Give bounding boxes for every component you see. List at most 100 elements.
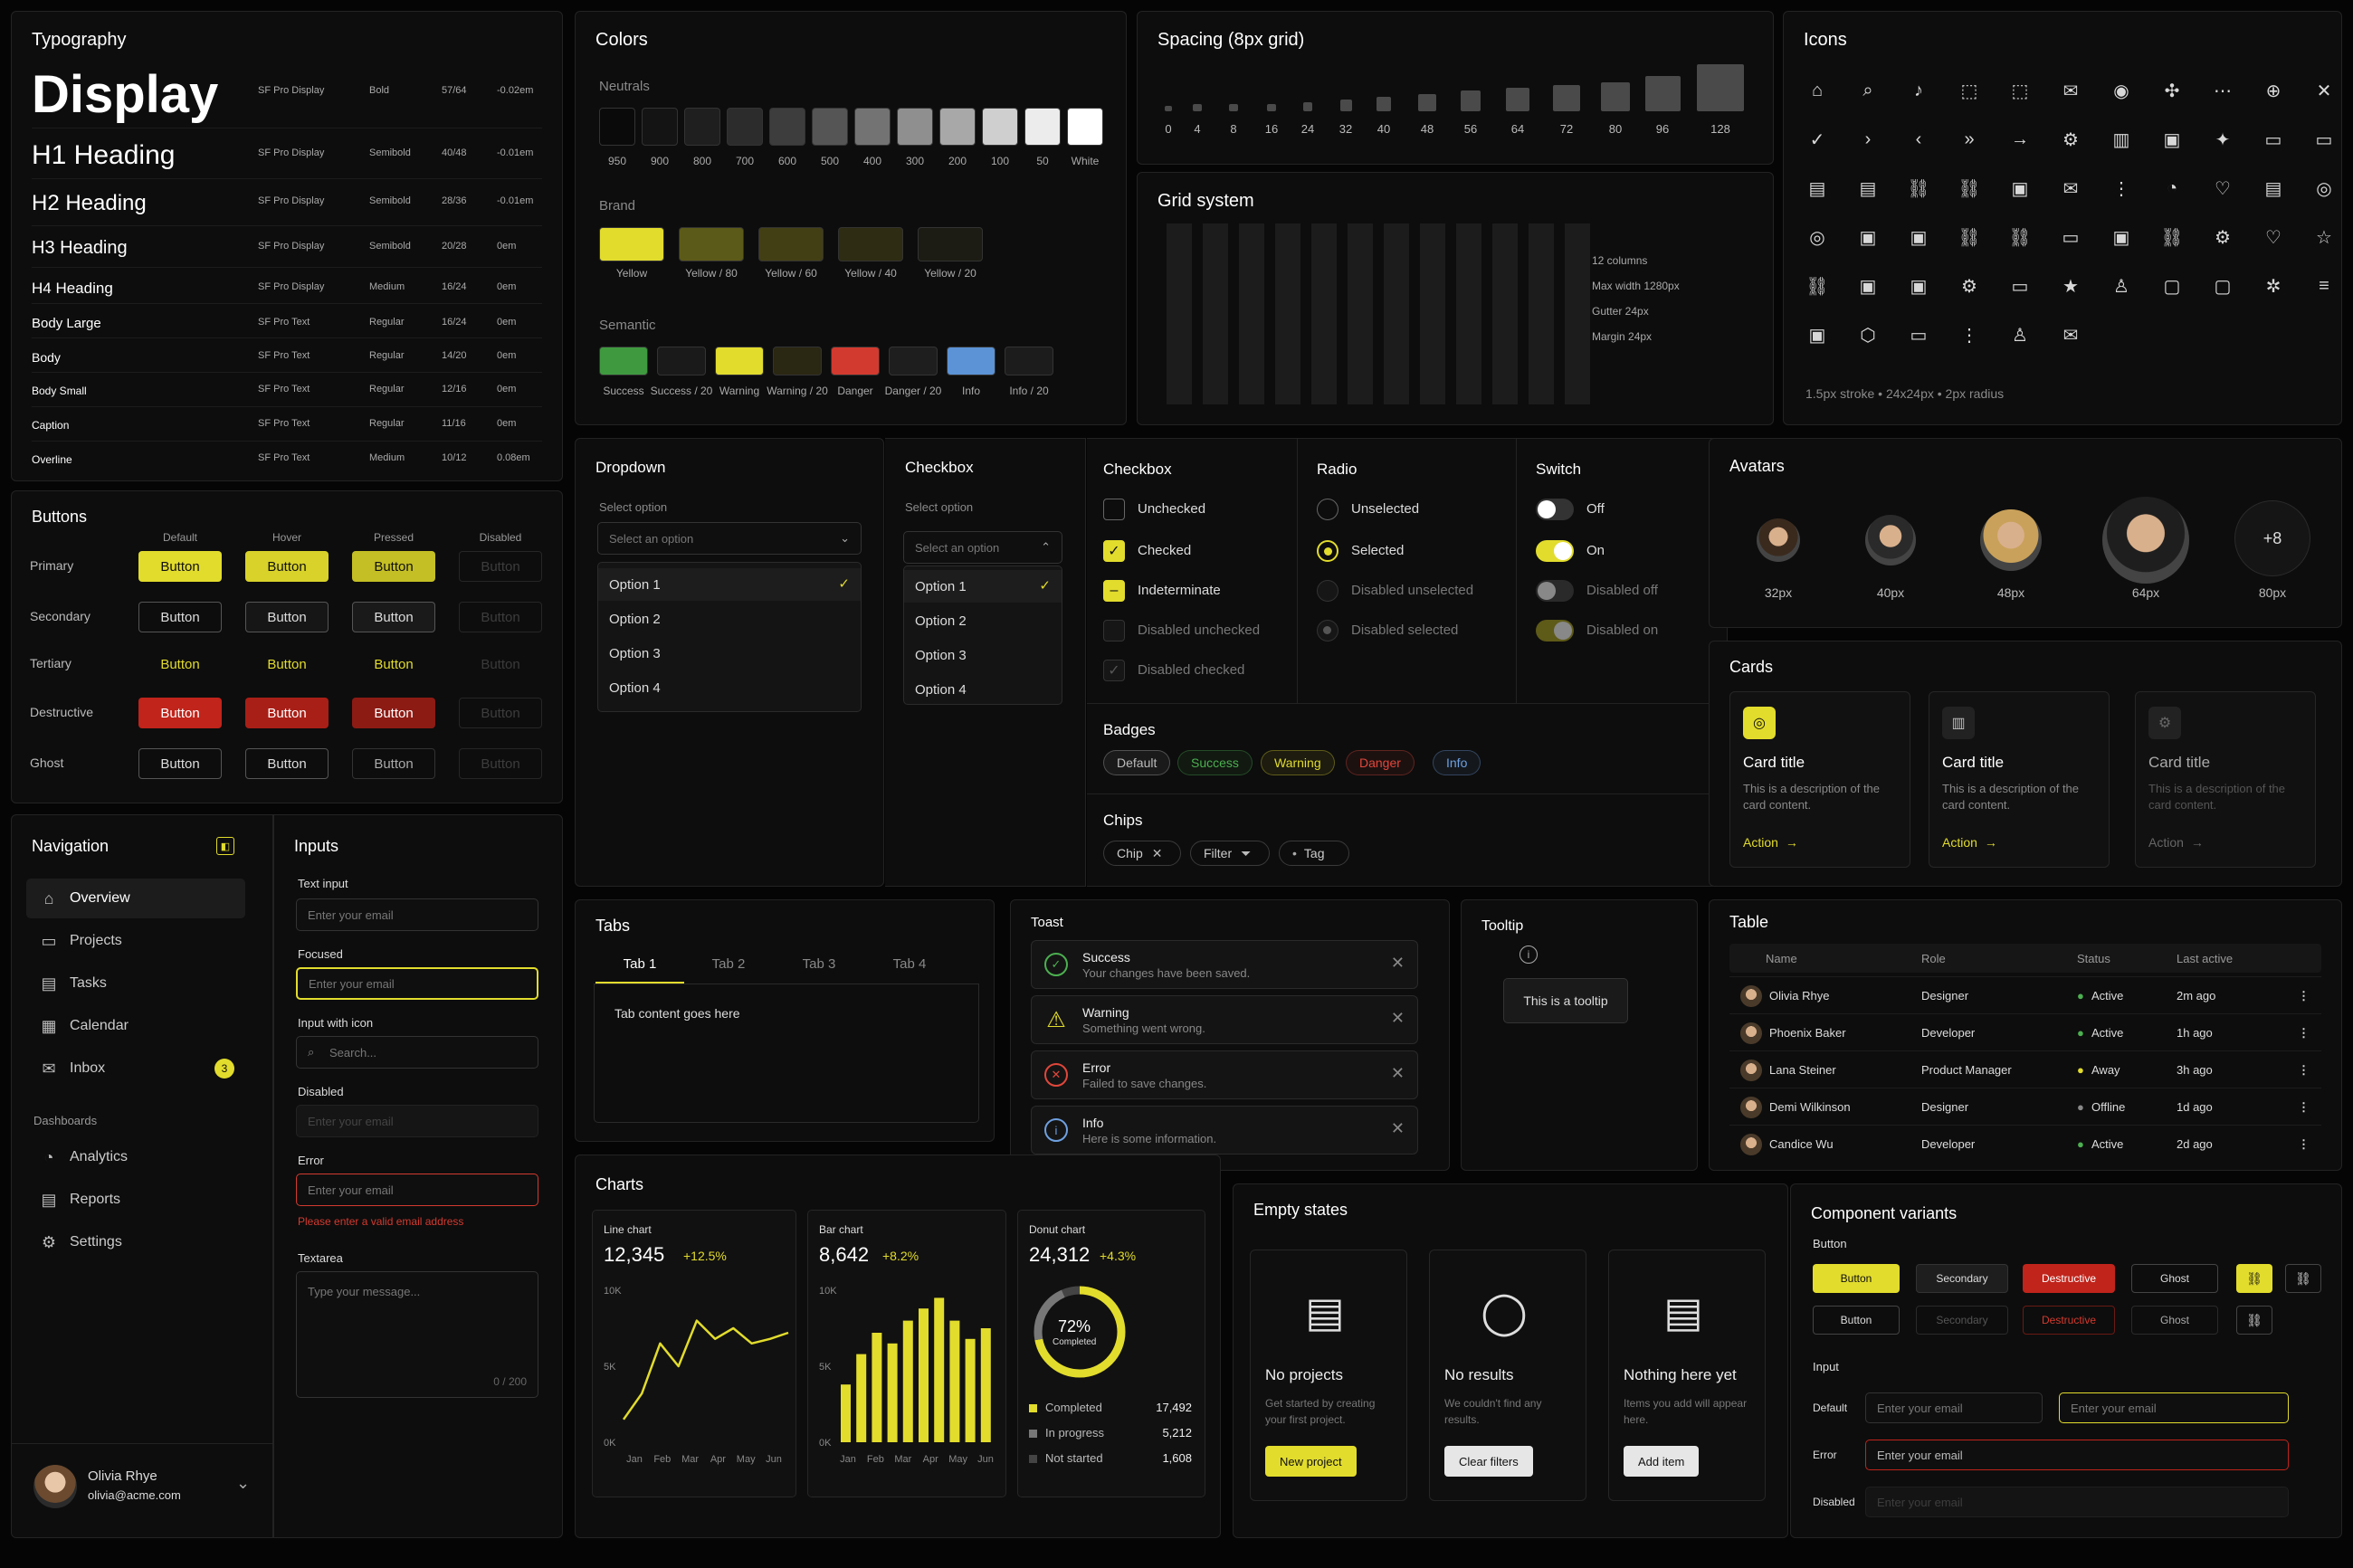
nav-item-projects[interactable]: ▭ Projects	[26, 921, 245, 961]
tab-1[interactable]: Tab 1	[595, 947, 684, 984]
radio-1[interactable]	[1317, 540, 1338, 562]
table-row[interactable]: Olivia Rhye Designer ● Active 2m ago ⋮	[1729, 976, 2321, 1013]
variant-button-button[interactable]: Button	[1813, 1264, 1900, 1293]
nav-item-settings[interactable]: ⚙ Settings	[26, 1222, 245, 1262]
card-action-link[interactable]: Action →	[2148, 835, 2204, 850]
checkbox-dropdown-option[interactable]: Option 1 ✓	[904, 570, 1062, 603]
button-tertiary-default[interactable]: Button	[138, 649, 222, 679]
variant-button-ghost-small[interactable]: Ghost	[2131, 1306, 2218, 1335]
button-destructive-hover[interactable]: Button	[245, 698, 329, 728]
table-row[interactable]: Lana Steiner Product Manager ● Away 3h ago ⋮	[1729, 1050, 2321, 1088]
nav-item-inbox[interactable]: ✉ Inbox 3	[26, 1049, 245, 1088]
tab-3[interactable]: Tab 3	[775, 947, 863, 984]
row-menu-icon[interactable]: ⋮	[2298, 1100, 2310, 1115]
variant-button-button-small[interactable]: Button	[1813, 1306, 1900, 1335]
nav-item-overview[interactable]: ⌂ Overview	[26, 879, 245, 918]
nav-item-tasks[interactable]: ▤ Tasks	[26, 964, 245, 1003]
close-icon[interactable]: ✕	[1391, 1119, 1405, 1138]
text-input[interactable]: Enter your email	[296, 898, 538, 931]
table-row[interactable]: Phoenix Baker Developer ● Active 1h ago ⋮	[1729, 1013, 2321, 1050]
button-secondary-pressed[interactable]: Button	[352, 602, 435, 632]
variant-button-secondary-small[interactable]: Secondary	[1916, 1306, 2008, 1335]
checkbox-0[interactable]	[1103, 499, 1125, 520]
card-action-link[interactable]: Action →	[1942, 835, 1997, 850]
checkbox-dropdown-option[interactable]: Option 3	[904, 639, 1062, 671]
close-icon[interactable]: ✕	[1391, 954, 1405, 973]
table-row[interactable]: Candice Wu Developer ● Active 2d ago ⋮	[1729, 1125, 2321, 1162]
card[interactable]: ⚙ Card title This is a description of the …	[2135, 691, 2316, 868]
checkbox-dropdown-option[interactable]: Option 2	[904, 604, 1062, 637]
nav-item-calendar[interactable]: ▦ Calendar	[26, 1006, 245, 1046]
textarea-label: Textarea	[298, 1251, 343, 1265]
avatar-overflow[interactable]: +8	[2234, 500, 2310, 576]
button-destructive-pressed[interactable]: Button	[352, 698, 435, 728]
button-tertiary-hover[interactable]: Button	[245, 649, 329, 679]
search-input[interactable]: ⌕ Search...	[296, 1036, 538, 1069]
chip-filter[interactable]: Filter ⏷	[1190, 841, 1270, 866]
tab-2[interactable]: Tab 2	[684, 947, 773, 984]
variant-default-input[interactable]: Enter your email	[1865, 1392, 2043, 1423]
card-action-link[interactable]: Action →	[1743, 835, 1798, 850]
table-row[interactable]: Demi Wilkinson Designer ● Offline 1d ago ⋮	[1729, 1088, 2321, 1125]
button-destructive-default[interactable]: Button	[138, 698, 222, 728]
card-title: Card title	[1743, 754, 1805, 771]
radio-0[interactable]	[1317, 499, 1338, 520]
dropdown-option[interactable]: Option 3	[598, 637, 861, 670]
close-icon[interactable]: ✕	[1391, 1064, 1405, 1083]
row-menu-icon[interactable]: ⋮	[2298, 1026, 2310, 1041]
checkbox-2[interactable]: –	[1103, 580, 1125, 602]
card[interactable]: ▥ Card title This is a description of the …	[1929, 691, 2110, 868]
button-primary-hover[interactable]: Button	[245, 551, 329, 582]
message-textarea[interactable]: Type your message... 0 / 200	[296, 1271, 538, 1398]
chip-chip[interactable]: Chip ✕	[1103, 841, 1181, 866]
dropdown-option[interactable]: Option 2	[598, 603, 861, 635]
nav-item-reports[interactable]: ▤ Reports	[26, 1180, 245, 1220]
chip-tag[interactable]: • Tag	[1279, 841, 1349, 866]
variant-error-input[interactable]: Enter your email	[1865, 1440, 2289, 1470]
switch-1[interactable]	[1536, 540, 1574, 562]
button-ghost-default[interactable]: Button	[138, 748, 222, 779]
button-tertiary-pressed[interactable]: Button	[352, 649, 435, 679]
info-icon[interactable]: i	[1519, 946, 1538, 964]
variant-button-ghost[interactable]: Ghost	[2131, 1264, 2218, 1293]
empty-state-button[interactable]: Clear filters	[1444, 1446, 1533, 1477]
button-primary-default[interactable]: Button	[138, 551, 222, 582]
row-menu-icon[interactable]: ⋮	[2298, 989, 2310, 1003]
close-icon[interactable]: ✕	[1391, 1009, 1405, 1028]
switch-0[interactable]	[1536, 499, 1574, 520]
checkbox-dropdown-select[interactable]: Select an option ⌃	[903, 531, 1062, 564]
button-primary-pressed[interactable]: Button	[352, 551, 435, 582]
row-menu-icon[interactable]: ⋮	[2298, 1137, 2310, 1152]
checkbox-dropdown-option[interactable]: Option 4	[904, 673, 1062, 706]
button-secondary-default[interactable]: Button	[138, 602, 222, 632]
link-icon[interactable]: ⛓	[2285, 1264, 2321, 1293]
tab-4[interactable]: Tab 4	[865, 947, 954, 984]
variant-focused-input[interactable]: Enter your email	[2059, 1392, 2289, 1423]
link-icon[interactable]: ⛓	[2236, 1306, 2272, 1335]
button-secondary-hover[interactable]: Button	[245, 602, 329, 632]
color-swatch	[727, 108, 763, 146]
checkbox-1[interactable]: ✓	[1103, 540, 1125, 562]
error-input[interactable]: Enter your email	[296, 1174, 538, 1206]
row-menu-icon[interactable]: ⋮	[2298, 1063, 2310, 1078]
type-track: -0.02em	[497, 85, 534, 96]
icon-7: ✣	[2164, 81, 2180, 101]
empty-state-button[interactable]: New project	[1265, 1446, 1357, 1477]
variant-button-destructive[interactable]: Destructive	[2023, 1264, 2115, 1293]
type-font: SF Pro Text	[258, 452, 310, 463]
focused-input[interactable]: Enter your email	[296, 967, 538, 1000]
grid-column	[1348, 223, 1373, 404]
empty-state-button[interactable]: Add item	[1624, 1446, 1700, 1477]
dropdown-option[interactable]: Option 4	[598, 671, 861, 704]
nav-item-analytics[interactable]: ◔ Analytics	[26, 1137, 245, 1177]
link-icon[interactable]: ⛓	[2236, 1264, 2272, 1293]
card[interactable]: ◎ Card title This is a description of the …	[1729, 691, 1910, 868]
collapse-sidebar-icon[interactable]: ◧	[216, 837, 234, 855]
button-ghost-pressed[interactable]: Button	[352, 748, 435, 779]
user-menu-chevron-icon[interactable]: ⌄	[236, 1474, 250, 1493]
variant-button-secondary[interactable]: Secondary	[1916, 1264, 2008, 1293]
dropdown-select[interactable]: Select an option ⌄	[597, 522, 862, 555]
variant-button-destructive-small[interactable]: Destructive	[2023, 1306, 2115, 1335]
button-ghost-hover[interactable]: Button	[245, 748, 329, 779]
dropdown-option[interactable]: Option 1 ✓	[598, 568, 861, 601]
